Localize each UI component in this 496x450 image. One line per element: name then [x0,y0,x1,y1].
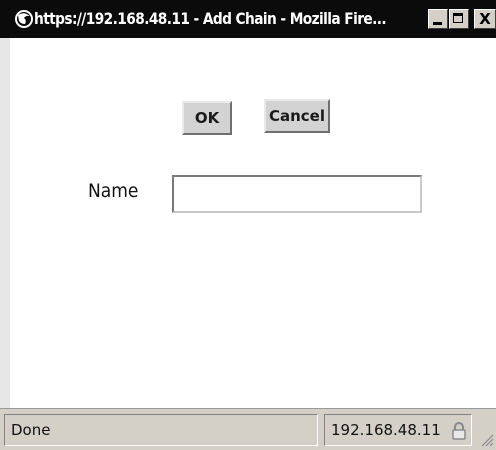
window-title: https://192.168.48.11 - Add Chain - Mozi… [34,9,387,28]
resize-grip-icon[interactable] [478,429,494,447]
padlock-icon[interactable] [451,421,467,441]
dialog-content: OK Cancel Name [0,38,496,408]
browser-popup-window: https://192.168.48.11 - Add Chain - Mozi… [0,0,496,450]
cancel-button[interactable]: Cancel [264,99,330,133]
maximize-button[interactable] [449,9,469,29]
name-input[interactable] [172,175,422,213]
status-host: 192.168.48.11 [331,421,441,439]
minimize-icon [433,22,442,25]
minimize-button[interactable] [428,9,448,29]
status-bar: Done 192.168.48.11 [0,408,496,450]
name-label: Name [88,180,139,202]
title-bar[interactable]: https://192.168.48.11 - Add Chain - Mozi… [0,0,496,38]
ok-button[interactable]: OK [182,101,232,135]
firefox-icon [15,10,33,28]
maximize-icon [453,13,463,23]
close-button[interactable]: X [474,9,496,29]
close-icon: X [479,10,491,28]
status-host-panel: 192.168.48.11 [324,414,472,446]
status-text: Done [4,414,318,446]
